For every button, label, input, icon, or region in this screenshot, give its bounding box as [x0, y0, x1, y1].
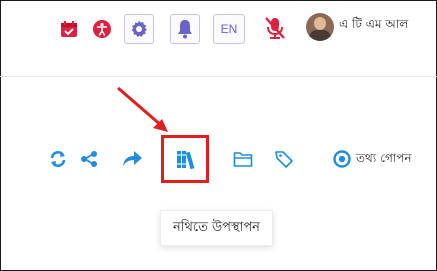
folder-icon[interactable]	[232, 148, 254, 170]
share-icon[interactable]	[78, 148, 100, 170]
radio-icon[interactable]	[332, 149, 352, 169]
notifications-button[interactable]	[170, 14, 200, 44]
header-divider	[0, 76, 437, 77]
language-switch-button[interactable]: EN	[213, 14, 245, 44]
tooltip-text: নথিতে উপস্থাপন	[173, 219, 260, 235]
top-bar: EN এ টি এম আল	[0, 0, 437, 76]
info-hide-label[interactable]: তথ্য গোপন	[356, 150, 412, 170]
bell-icon	[178, 20, 192, 39]
forward-icon[interactable]	[120, 146, 144, 170]
calendar-check-icon[interactable]	[58, 18, 80, 40]
refresh-icon[interactable]	[47, 148, 69, 170]
books-icon[interactable]	[174, 147, 198, 171]
tooltip: নথিতে উপস্থাপন	[160, 210, 273, 246]
tag-icon[interactable]	[273, 148, 295, 170]
settings-button[interactable]	[124, 14, 154, 44]
user-name[interactable]: এ টি এম আল	[339, 16, 408, 36]
language-label: EN	[220, 22, 238, 36]
arrow-pointer	[117, 86, 168, 132]
avatar[interactable]	[306, 13, 334, 41]
accessibility-icon[interactable]	[91, 18, 113, 40]
mic-off-icon[interactable]	[262, 14, 288, 42]
gear-icon	[131, 20, 147, 37]
